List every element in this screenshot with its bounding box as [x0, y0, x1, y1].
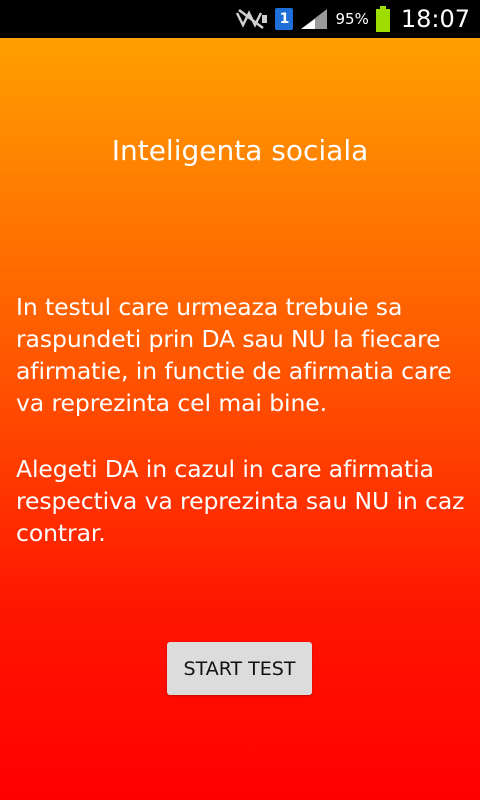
answer-guidance-paragraph: Alegeti DA in cazul in care afirmatia re… [16, 455, 465, 547]
signal-icon [299, 7, 329, 31]
instructions-paragraph: In testul care urmeaza trebuie sa raspun… [16, 293, 452, 417]
page-title: Inteligenta sociala [111, 134, 369, 167]
start-test-button[interactable]: START TEST [167, 642, 312, 695]
battery-percent: 95% [335, 10, 369, 28]
status-bar: 1 95% 18:07 [0, 0, 480, 38]
sim-icon: 1 [275, 8, 294, 30]
battery-icon [375, 5, 391, 33]
mute-icon [235, 7, 269, 31]
status-icons: 1 95% 18:07 [235, 0, 470, 38]
test-intro-screen: Inteligenta sociala In testul care urmea… [0, 38, 480, 800]
clock: 18:07 [400, 5, 470, 33]
